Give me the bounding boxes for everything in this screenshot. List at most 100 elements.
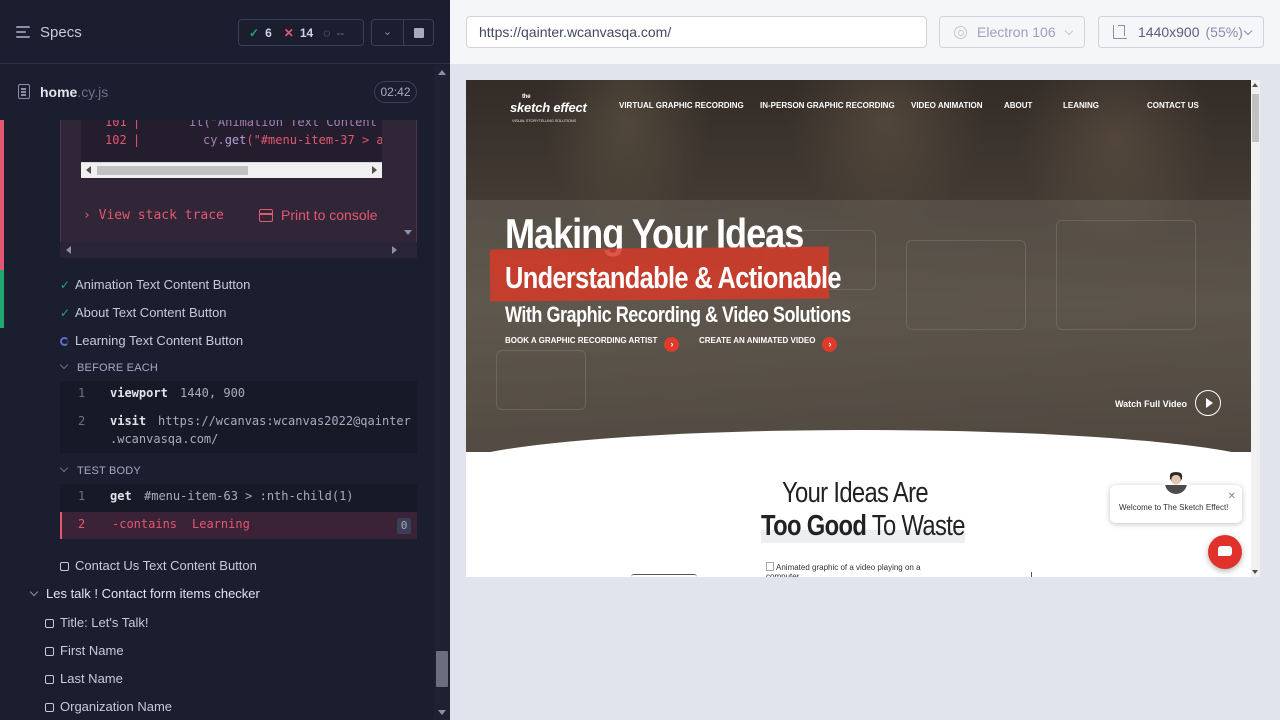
test-body-hook[interactable]: TEST BODY (60, 465, 141, 477)
test-item[interactable]: First Name (45, 643, 124, 658)
command-arg: 1440, 900 (180, 386, 246, 400)
aut-toolbar: https://qainter.wcanvasqa.com/ Electron … (450, 0, 1280, 64)
test-title: Title: Let's Talk! (60, 615, 149, 630)
print-to-console-button[interactable]: Print to console (259, 207, 378, 223)
error-vertical-scrollbar[interactable] (399, 120, 417, 240)
view-stack-trace-label: View stack trace (98, 208, 224, 223)
reporter-scrollbar[interactable] (434, 65, 450, 720)
website-frame: the sketch effect VISUAL STORYTELLING SO… (466, 80, 1260, 577)
scroll-thumb[interactable] (436, 651, 448, 687)
pending-box-icon (60, 562, 69, 571)
failed-indicator-bar (0, 120, 4, 270)
test-title: Contact Us Text Content Button (75, 558, 257, 573)
scroll-thumb[interactable] (1252, 94, 1259, 142)
menu-icon[interactable] (16, 25, 32, 39)
broken-image-icon (766, 562, 774, 571)
section-title: Too Good To Waste (761, 510, 965, 543)
suite-title[interactable]: Les talk ! Contact form items checker (30, 586, 260, 601)
viewport-scale: (55%) (1205, 24, 1243, 40)
command-number: 2 (78, 414, 86, 428)
code-horizontal-scrollbar[interactable] (81, 162, 382, 178)
section-title-rest: To Waste (866, 510, 966, 542)
chat-message: Welcome to The Sketch Effect! (1119, 503, 1229, 512)
chevron-down-icon (60, 362, 69, 371)
app-under-test: https://qainter.wcanvasqa.com/ Electron … (450, 0, 1280, 720)
hero-section: the sketch effect VISUAL STORYTELLING SO… (466, 80, 1251, 452)
image-alt-text: Animated graphic of a video playing on a… (766, 563, 921, 577)
chevron-down-button[interactable]: ⌄ (371, 19, 404, 46)
chevron-down-icon: ⌄ (382, 26, 393, 38)
viewport-selector[interactable]: 1440x900 (55%) (1098, 16, 1264, 48)
nav-about[interactable]: ABOUT (1004, 101, 1032, 110)
nav-video[interactable]: VIDEO ANIMATION (911, 101, 983, 110)
print-to-console-label: Print to console (281, 207, 378, 223)
test-reporter: Specs ✓ 6 ✕ 14 ◌ -- ⌄ home.cy.js 02:42 1… (0, 0, 450, 720)
view-stack-trace-link[interactable]: › View stack trace (83, 208, 224, 223)
avatar (1163, 470, 1189, 496)
code-line: 102 | cy.get("#menu-item-37 > a (105, 133, 382, 147)
nav-contact[interactable]: CONTACT US (1147, 101, 1199, 110)
nav-in-person[interactable]: IN-PERSON GRAPHIC RECORDING (760, 101, 895, 110)
spec-duration: 02:42 (374, 81, 417, 103)
scroll-right-icon[interactable] (392, 246, 397, 254)
broken-image: Animated graphic of a video playing on a… (766, 562, 936, 577)
cta-book-artist[interactable]: BOOK A GRAPHIC RECORDING ARTIST › (505, 336, 680, 352)
close-icon[interactable]: ✕ (1228, 491, 1236, 502)
decorative-line (1031, 572, 1035, 577)
test-item[interactable]: ✓ Animation Text Content Button (60, 277, 250, 297)
scroll-up-icon[interactable] (1252, 83, 1258, 87)
command-arg: #menu-item-63 > :nth-child(1) (144, 489, 354, 503)
test-item[interactable]: Contact Us Text Content Button (60, 558, 257, 578)
hook-label: BEFORE EACH (77, 362, 159, 374)
viewport-icon (1113, 25, 1127, 39)
command-row-failed[interactable]: 2 -contains Learning 0 (60, 512, 417, 539)
section-title: Your Ideas Are (782, 477, 929, 509)
test-item[interactable]: Learning Text Content Button (60, 333, 243, 353)
check-icon: ✓ (249, 25, 260, 40)
scroll-up-icon[interactable] (438, 70, 446, 75)
scroll-down-icon[interactable] (1252, 570, 1258, 574)
line-number: 101 (105, 120, 127, 129)
code-text: get (224, 133, 247, 147)
test-item[interactable]: Title: Let's Talk! (45, 615, 148, 630)
line-number: 102 (105, 133, 127, 147)
decorative-line (631, 574, 697, 577)
cta-animated-video[interactable]: CREATE AN ANIMATED VIDEO › (699, 336, 838, 352)
hook-label: TEST BODY (77, 465, 141, 477)
test-item[interactable]: Organization Name (45, 699, 172, 714)
scroll-thumb[interactable] (97, 166, 248, 175)
nav-leaning[interactable]: LEANING (1063, 101, 1099, 110)
spec-file-basename: home (40, 84, 78, 100)
test-item[interactable]: ✓ About Text Content Button (60, 305, 227, 325)
stop-button[interactable] (403, 19, 434, 46)
chat-button[interactable] (1208, 535, 1242, 569)
code-text: it("Animation Text Content (189, 120, 377, 129)
scroll-right-icon[interactable] (372, 166, 377, 174)
console-icon (259, 209, 273, 222)
browser-selector[interactable]: Electron 106 (939, 16, 1085, 48)
chevron-down-icon (30, 589, 39, 598)
cta-label: BOOK A GRAPHIC RECORDING ARTIST (505, 336, 658, 345)
command-row[interactable]: 1 viewport 1440, 900 (60, 386, 417, 410)
watch-full-video[interactable]: Watch Full Video (1115, 390, 1222, 416)
website-scrollbar[interactable] (1251, 80, 1260, 577)
scroll-left-icon[interactable] (86, 166, 91, 174)
scroll-down-icon[interactable] (438, 710, 446, 715)
spec-file-header[interactable]: home.cy.js 02:42 (0, 65, 434, 119)
command-row[interactable]: 1 get #menu-item-63 > :nth-child(1) (60, 489, 417, 513)
url-bar[interactable]: https://qainter.wcanvasqa.com/ (466, 16, 927, 48)
specs-title[interactable]: Specs (40, 24, 82, 41)
before-each-hook[interactable]: BEFORE EACH (60, 362, 158, 374)
logo-tagline: VISUAL STORYTELLING SOLUTIONS (512, 118, 576, 123)
command-name: viewport (110, 386, 168, 400)
passed-count: 6 (265, 25, 272, 40)
match-count-badge: 0 (397, 518, 411, 534)
pending-box-icon (45, 675, 54, 684)
command-row[interactable]: 2 visit https://wcanvas:wcanvas2022@qain… (60, 414, 417, 452)
test-item[interactable]: Last Name (45, 671, 123, 686)
error-horizontal-scrollbar[interactable] (60, 242, 417, 258)
nav-virtual[interactable]: VIRTUAL GRAPHIC RECORDING (619, 101, 744, 110)
check-icon: ✓ (60, 278, 71, 292)
scroll-left-icon[interactable] (66, 246, 71, 254)
test-title: Learning Text Content Button (75, 333, 244, 348)
